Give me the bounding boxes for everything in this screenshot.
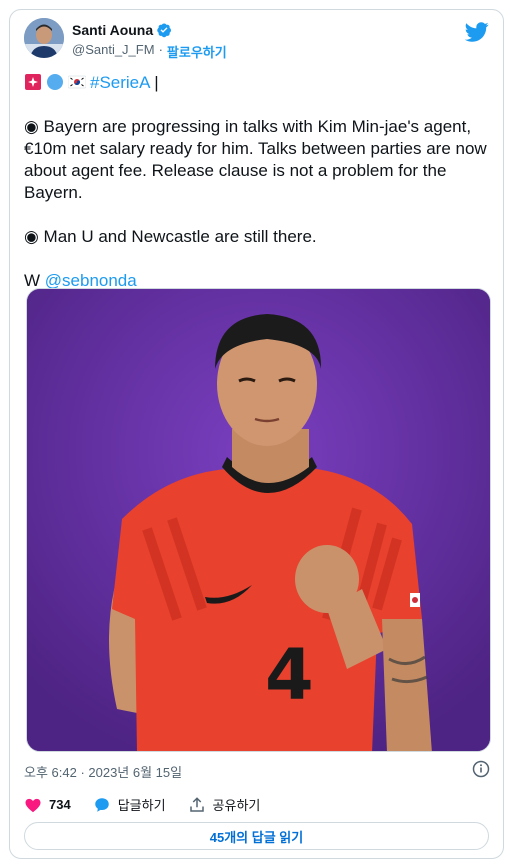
- tweet-timestamp[interactable]: 오후 6:42 · 2023년 6월 15일: [24, 762, 182, 781]
- tweet-card: Santi Aouna @Santi_J_FM · 팔로우하기 #SerieA …: [9, 9, 504, 859]
- info-icon[interactable]: [472, 760, 490, 778]
- author-avatar[interactable]: [24, 18, 64, 58]
- flags-tail: |: [154, 73, 159, 92]
- tweet-text: #SerieA | ◉ Bayern are progressing in ta…: [24, 72, 489, 292]
- verified-badge-icon: [156, 22, 172, 38]
- player-photo-illustration: [27, 289, 490, 751]
- separator-dot: ·: [158, 42, 163, 57]
- korea-flag-emoji-icon: [67, 73, 87, 91]
- tweet-line: ◉ Man U and Newcastle are still there.: [24, 227, 317, 246]
- author-name-row: Santi Aouna: [72, 22, 172, 38]
- tweet-line: about agent fee. Release clause is not a…: [24, 161, 447, 180]
- author-handle-row: @Santi_J_FM · 팔로우하기: [72, 42, 227, 61]
- tweet-line: ◉ Bayern are progressing in talks with K…: [24, 117, 472, 136]
- read-replies-button[interactable]: 45개의 답글 읽기: [24, 822, 489, 850]
- share-icon: [189, 796, 204, 812]
- tweet-line: Bayern.: [24, 183, 83, 202]
- tweet-paragraph-1: ◉ Bayern are progressing in talks with K…: [24, 116, 489, 204]
- like-count: 734: [49, 797, 71, 812]
- jersey-number: 4: [265, 634, 314, 716]
- reply-label: 답글하기: [117, 798, 166, 813]
- share-label: 공유하기: [212, 798, 261, 813]
- tweet-header: Santi Aouna @Santi_J_FM · 팔로우하기: [24, 18, 489, 66]
- tweet-actions: 734 답글하기 공유하기: [24, 795, 282, 814]
- share-button[interactable]: 공유하기: [188, 795, 261, 814]
- hashtag-link[interactable]: #SerieA: [90, 73, 150, 92]
- tweet-line: €10m net salary ready for him. Talks bet…: [24, 139, 487, 158]
- author-name[interactable]: Santi Aouna: [72, 22, 153, 38]
- tweet-photo[interactable]: 4: [26, 288, 491, 752]
- tweet-paragraph-2: ◉ Man U and Newcastle are still there.: [24, 226, 489, 248]
- tweet-flags-line: #SerieA |: [24, 72, 489, 94]
- heart-icon: [25, 798, 41, 812]
- reply-button[interactable]: 답글하기: [93, 795, 166, 814]
- siren-emoji-icon: [24, 73, 42, 91]
- like-button[interactable]: 734: [24, 796, 71, 814]
- reply-bubble-icon: [94, 797, 109, 812]
- twitter-bird-icon[interactable]: [464, 20, 489, 44]
- follow-button[interactable]: 팔로우하기: [167, 42, 227, 61]
- blue-circle-emoji-icon: [46, 73, 64, 91]
- author-handle[interactable]: @Santi_J_FM: [72, 42, 155, 61]
